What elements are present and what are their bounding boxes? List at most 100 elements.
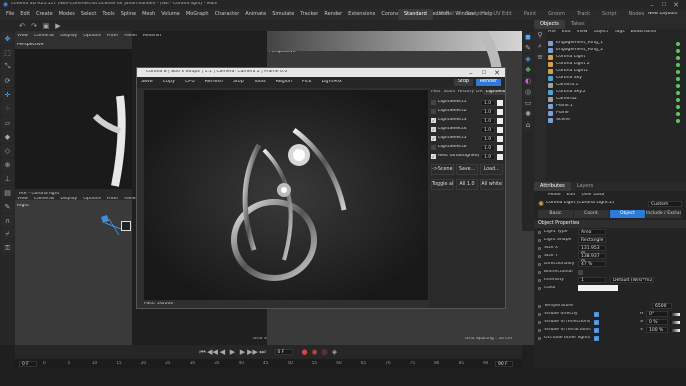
current-frame-field[interactable]: 0 F — [274, 349, 293, 355]
layout-tab-standard[interactable]: Standard — [398, 9, 433, 20]
menu-select[interactable]: Select — [78, 10, 99, 19]
pen-icon[interactable]: ✎ — [523, 43, 533, 53]
cube-icon[interactable]: ◼ — [523, 32, 533, 42]
temperature-field[interactable]: 6500 — [652, 303, 672, 309]
hsv-value[interactable]: 100 % — [646, 327, 668, 333]
key-settings-icon[interactable]: ◈ — [331, 348, 339, 356]
layout-tab-track[interactable]: Track — [571, 9, 596, 20]
section-tab-include-exclude[interactable]: Include / Exclude — [646, 210, 681, 218]
om-menu-object[interactable]: Object — [594, 30, 609, 35]
viewport-menu-filter[interactable]: Filter — [107, 197, 118, 202]
object-row[interactable]: Corona Sky — [548, 75, 684, 82]
brush-icon[interactable]: ✎ — [1, 200, 14, 213]
filter-icon[interactable]: ⚲ — [535, 30, 545, 40]
property-value[interactable]: 47 % — [578, 261, 606, 267]
light-select-color-swatch[interactable] — [497, 117, 503, 124]
object-visibility-icon[interactable] — [676, 55, 680, 60]
keyframe-icon[interactable]: ◎ — [321, 348, 329, 356]
menu-file[interactable]: File — [3, 10, 17, 19]
render-image[interactable] — [144, 90, 428, 300]
lightmix-save--button[interactable]: Save... — [455, 164, 479, 175]
live-select-icon[interactable]: ✛ — [1, 88, 14, 101]
new-layouts-button[interactable]: New Layouts — [648, 12, 678, 17]
viewport-menu-display[interactable]: Display — [60, 34, 77, 39]
light-select-checkbox[interactable]: ✓ — [431, 127, 436, 132]
light-select-value[interactable]: 1.0 — [481, 126, 495, 133]
render-icon[interactable]: ▶ — [54, 22, 62, 30]
viewport-menu-display[interactable]: Display — [60, 197, 77, 202]
field-icon[interactable]: ◎ — [523, 87, 533, 97]
bidirectional-checkbox[interactable] — [578, 269, 583, 275]
property-anim-dot[interactable] — [538, 286, 541, 290]
property-value[interactable]: Area — [578, 229, 606, 235]
object-visibility-icon[interactable] — [676, 104, 680, 109]
om-menu-tags[interactable]: Tags — [614, 30, 624, 35]
frame-end-field[interactable]: 90 F — [495, 361, 513, 367]
om-menu-bookmarks[interactable]: Bookmarks — [631, 30, 657, 35]
property-anim-dot[interactable] — [538, 270, 541, 274]
render-toolbar-region[interactable]: Region — [276, 80, 292, 85]
object-visibility-icon[interactable] — [676, 118, 680, 123]
object-row[interactable]: Corona Light 2 — [548, 61, 684, 68]
intensity-unit-select[interactable]: Default (W/sr*m2) — [610, 277, 654, 283]
om-tab-objects[interactable]: Objects — [534, 20, 565, 29]
menu-extensions[interactable]: Extensions — [345, 10, 378, 19]
auto-key-icon[interactable]: ◉ — [311, 348, 319, 356]
object-row[interactable]: Engagement_Ring_1 — [548, 40, 684, 47]
light-select-checkbox[interactable] — [431, 100, 436, 105]
light-select-checkbox[interactable] — [431, 145, 436, 150]
viewport-perspective[interactable]: View Cameras Display Options Filter Panel Reds… — [15, 31, 161, 189]
panel-tab-lightmix[interactable]: LightMix — [483, 90, 505, 95]
attributes-menu-edit[interactable]: Edit — [567, 193, 576, 197]
panel-tab-dr[interactable]: DR — [474, 90, 484, 95]
render-toolbar-copy[interactable]: Copy — [163, 80, 175, 85]
light-select-color-swatch[interactable] — [497, 144, 503, 151]
points-mode-icon[interactable]: ⁘ — [1, 102, 14, 115]
viewport-menu-redshift[interactable]: Redshift — [143, 34, 162, 39]
menu-mesh[interactable]: Mesh — [139, 10, 158, 19]
layout-tab-model[interactable]: Model — [433, 9, 460, 20]
light-select-value[interactable]: 1.0 — [481, 99, 495, 106]
om-menu-view[interactable]: View — [577, 30, 588, 35]
object-row[interactable]: Scene — [548, 117, 684, 124]
color-swatch[interactable] — [578, 285, 618, 291]
close-icon[interactable]: ✕ — [672, 1, 680, 9]
attributes-menu-mode[interactable]: Mode — [548, 193, 561, 197]
undo-icon[interactable]: ↶ — [18, 22, 26, 30]
light-select-checkbox[interactable]: ✓ — [431, 154, 436, 159]
object-row[interactable]: Engagement_Ring_2 — [548, 47, 684, 54]
viewport-menu-view[interactable]: View — [17, 197, 28, 202]
section-tab-basic[interactable]: Basic — [538, 210, 573, 218]
property-anim-dot[interactable] — [538, 304, 541, 308]
move-tool-icon[interactable]: ✥ — [1, 32, 14, 45]
hsv-slider[interactable] — [670, 312, 680, 316]
render-toolbar-tools[interactable]: Tools — [254, 80, 266, 85]
cloner-icon[interactable]: ❖ — [523, 65, 533, 75]
object-visibility-icon[interactable] — [676, 48, 680, 53]
menu-edit[interactable]: Edit — [17, 10, 33, 19]
frame-start-field[interactable]: 0 F — [19, 361, 37, 367]
menu-tracker[interactable]: Tracker — [297, 10, 321, 19]
next-key-icon[interactable]: ▶▶ — [247, 348, 258, 356]
workplane-icon[interactable]: ▤ — [1, 186, 14, 199]
render-stop-button[interactable]: Stop — [454, 79, 473, 86]
timeline-ruler[interactable]: 0 F 0 5 10 15 20 25 30 35 40 45 50 55 60 65 70 75 80 85 90… — [15, 359, 522, 369]
render-toolbar-refresh[interactable]: Refresh — [205, 80, 223, 85]
section-tab-coord-[interactable]: Coord. — [574, 210, 609, 218]
object-visibility-icon[interactable] — [676, 97, 680, 102]
property-value[interactable]: 138.937 m — [578, 253, 606, 264]
visibility-checkbox[interactable]: ✓ — [594, 319, 599, 325]
viewport-menu-filter[interactable]: Filter — [107, 34, 118, 39]
render-toolbar-stop[interactable]: Stop — [233, 80, 244, 85]
object-row[interactable]: Camera.1 — [548, 82, 684, 89]
light-select-checkbox[interactable]: ✓ — [431, 136, 436, 141]
magnet-icon[interactable]: ∩ — [1, 214, 14, 227]
hsv-value[interactable]: 0° — [646, 311, 668, 317]
light-select-value[interactable]: 1.0 — [481, 153, 495, 160]
menu-character[interactable]: Character — [212, 10, 243, 19]
property-anim-dot[interactable] — [538, 246, 541, 250]
light-select-checkbox[interactable]: ✓ — [431, 118, 436, 123]
render-maximize-icon[interactable]: ☐ — [480, 69, 488, 76]
property-value[interactable]: 1 — [578, 277, 606, 283]
layout-tab-groom[interactable]: Groom — [542, 9, 571, 20]
